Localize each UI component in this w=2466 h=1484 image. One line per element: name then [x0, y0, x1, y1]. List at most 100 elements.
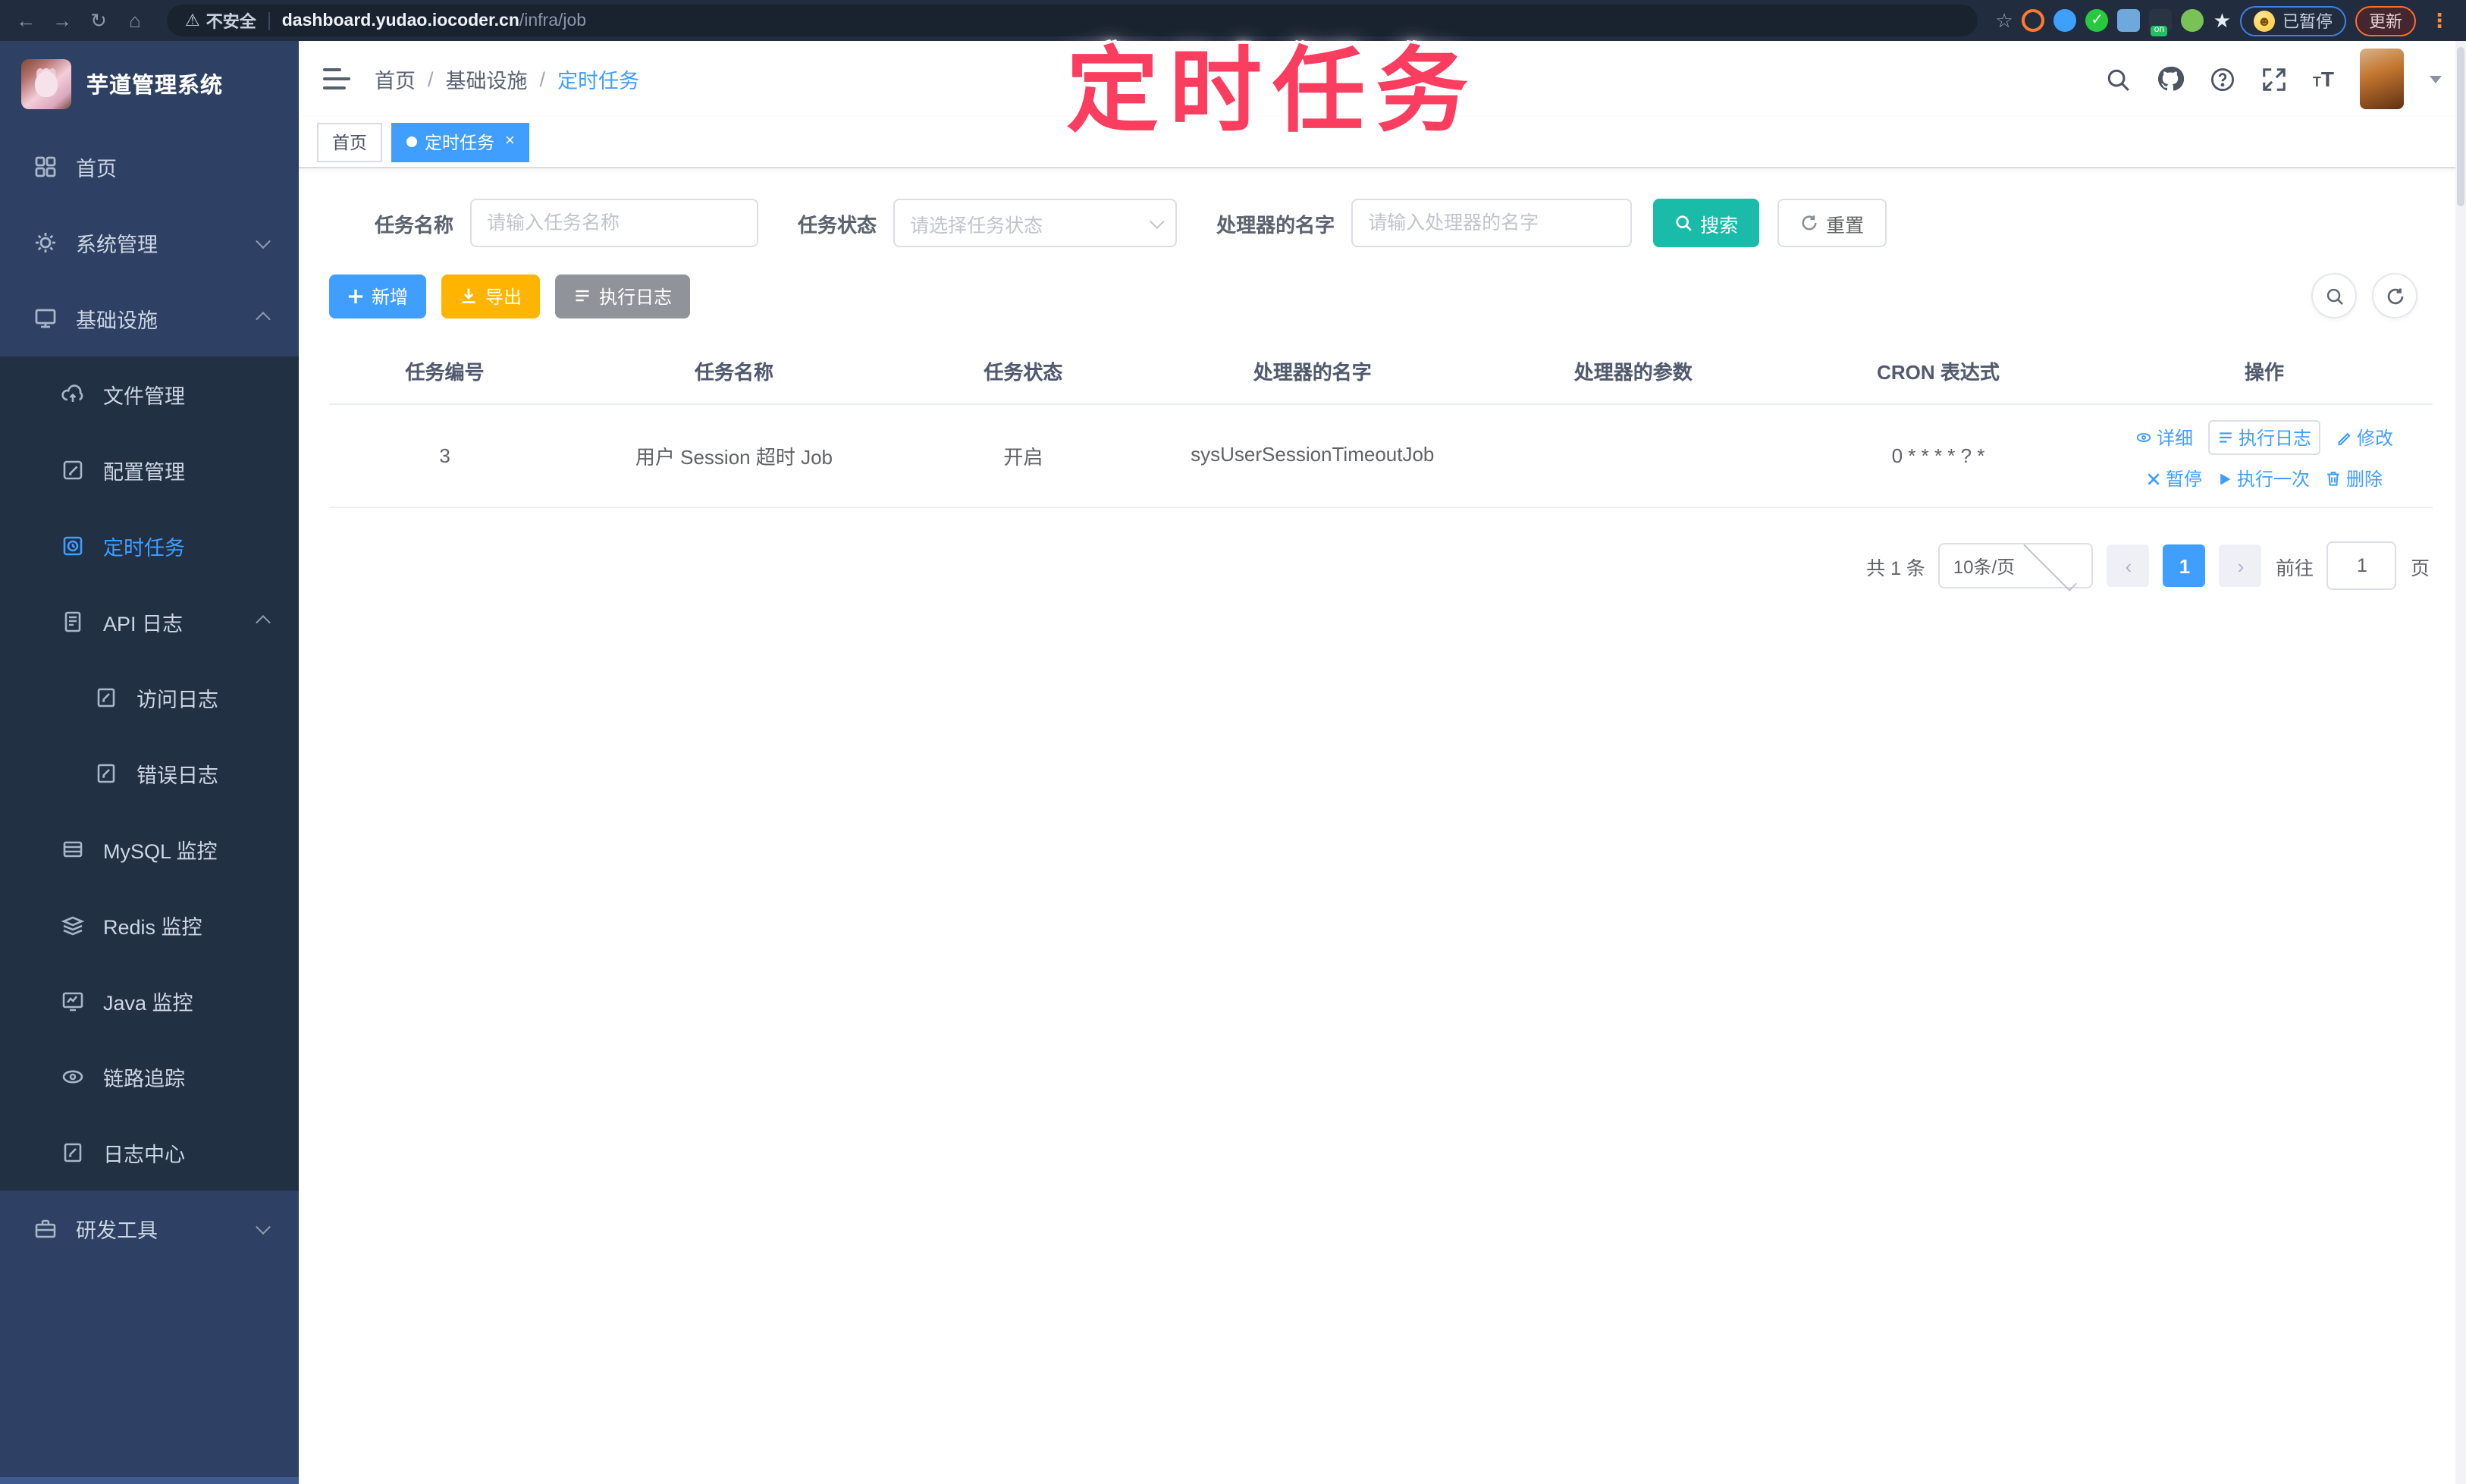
sidebar-item-file-manage[interactable]: 文件管理	[0, 356, 299, 432]
browser-update-button[interactable]: 更新	[2355, 5, 2416, 36]
app-logo-row[interactable]: 芋道管理系统	[0, 41, 299, 126]
warning-icon: ⚠	[185, 12, 200, 30]
job-name-input[interactable]	[470, 199, 759, 247]
paused-badge[interactable]: ☻ 已暂停	[2240, 5, 2346, 36]
security-label[interactable]: 不安全	[206, 8, 256, 33]
sidebar-item-scheduled-jobs[interactable]: 定时任务	[0, 508, 299, 584]
col-job-name: 任务名称	[560, 338, 908, 405]
extension-icon[interactable]	[2117, 9, 2141, 32]
avatar-caret-icon[interactable]	[2430, 75, 2442, 89]
extension-icon[interactable]: on	[2149, 9, 2173, 36]
tab-scheduled-jobs[interactable]: 定时任务 ×	[391, 122, 530, 162]
sidebar-item-config-manage[interactable]: 配置管理	[0, 432, 299, 508]
browser-reload-icon[interactable]: ↻	[85, 0, 112, 41]
page-1-button[interactable]: 1	[2163, 544, 2206, 587]
sidebar-item-error-log[interactable]: 错误日志	[0, 736, 299, 811]
browser-forward-icon[interactable]: →	[49, 0, 76, 41]
page-size-select[interactable]: 10条/页	[1938, 537, 2094, 591]
table-header-row: 任务编号 任务名称 任务状态 处理器的名字 处理器的参数 CRON 表达式 操作	[329, 338, 2433, 405]
refresh-button[interactable]	[2372, 273, 2417, 318]
browser-chrome: ← → ↻ ⌂ ⚠ 不安全 dashboard.yudao.iocoder.cn…	[0, 0, 2466, 41]
goto-label: 前往	[2275, 557, 2314, 579]
sidebar: 芋道管理系统 首页 系统管理 基础设施 文件管理 配置管理 定时任务 API 日…	[0, 41, 299, 1484]
layers-icon	[61, 916, 85, 936]
github-icon[interactable]	[2157, 65, 2184, 93]
pause-link[interactable]: 暂停	[2146, 466, 2202, 491]
scrollbar[interactable]	[2455, 41, 2466, 1484]
sidebar-item-api-log[interactable]: API 日志	[0, 584, 299, 660]
sidebar-menu: 首页 系统管理 基础设施 文件管理 配置管理 定时任务 API 日志 访问日志 …	[0, 126, 299, 1266]
goto-page-input[interactable]	[2326, 541, 2397, 590]
breadcrumb-home[interactable]: 首页	[375, 64, 416, 94]
job-status-select[interactable]: 请选择任务状态	[893, 199, 1178, 247]
cell-job-name: 用户 Session 超时 Job	[560, 404, 908, 508]
fullscreen-icon[interactable]	[2261, 66, 2287, 92]
sidebar-item-mysql-monitor[interactable]: MySQL 监控	[0, 811, 299, 887]
extension-icon[interactable]	[2181, 9, 2204, 32]
document-edit-icon	[97, 688, 115, 707]
run-once-link[interactable]: 执行一次	[2217, 466, 2310, 491]
exec-log-link[interactable]: 执行日志	[2208, 420, 2321, 455]
address-bar[interactable]: ⚠ 不安全 dashboard.yudao.iocoder.cn /infra/…	[167, 5, 1978, 36]
reset-button[interactable]: 重置	[1777, 199, 1887, 247]
sidebar-item-dev-tools[interactable]: 研发工具	[0, 1191, 299, 1266]
home-icon	[35, 156, 56, 177]
sidebar-item-trace[interactable]: 链路追踪	[0, 1039, 299, 1115]
user-avatar[interactable]	[2360, 49, 2404, 109]
next-page-button[interactable]: ›	[2219, 544, 2262, 587]
cell-job-status: 开启	[907, 404, 1139, 508]
total-count: 共 1 条	[1866, 557, 1925, 579]
breadcrumb-infra[interactable]: 基础设施	[446, 64, 528, 94]
exec-log-button[interactable]: 执行日志	[555, 274, 691, 318]
sidebar-item-java-monitor[interactable]: Java 监控	[0, 963, 299, 1039]
search-button[interactable]: 搜索	[1653, 199, 1760, 247]
add-button[interactable]: 新增	[329, 274, 427, 318]
monitor-icon	[35, 309, 56, 328]
sidebar-item-access-log[interactable]: 访问日志	[0, 660, 299, 736]
cell-cron: 0 * * * * ? *	[1780, 404, 2097, 508]
sidebar-item-infra[interactable]: 基础设施	[0, 281, 299, 356]
edit-link[interactable]: 修改	[2336, 425, 2393, 450]
sidebar-item-system[interactable]: 系统管理	[0, 205, 299, 281]
cloud-upload-icon	[61, 384, 83, 402]
font-size-icon[interactable]: TT	[2313, 67, 2334, 91]
screenshot-stage: 定时任务 ← → ↻ ⌂ ⚠ 不安全 dashboard.yudao.iocod…	[0, 0, 2466, 1484]
chevron-down-icon	[256, 233, 271, 249]
extension-icon[interactable]	[2022, 9, 2045, 32]
sidebar-item-log-center[interactable]: 日志中心	[0, 1115, 299, 1191]
export-button[interactable]: 导出	[441, 274, 541, 318]
tab-home[interactable]: 首页	[317, 122, 382, 162]
help-icon[interactable]	[2210, 66, 2235, 92]
page-content: 任务名称 任务状态 请选择任务状态 处理器的名字	[299, 168, 2466, 1484]
handler-name-input[interactable]	[1351, 199, 1633, 247]
extension-icon[interactable]: ★	[2213, 8, 2231, 33]
bookmark-star-icon[interactable]: ☆	[1995, 8, 2013, 33]
col-job-id: 任务编号	[329, 338, 561, 405]
table-row: 3 用户 Session 超时 Job 开启 sysUserSessionTim…	[329, 404, 2433, 508]
delete-link[interactable]: 删除	[2325, 466, 2383, 491]
edit-icon	[63, 460, 83, 480]
extension-icon[interactable]: ✓	[2085, 9, 2109, 32]
browser-menu-icon[interactable]: ⋮	[2425, 8, 2454, 33]
timer-icon	[63, 536, 83, 556]
show-search-button[interactable]	[2311, 273, 2357, 318]
col-cron: CRON 表达式	[1780, 338, 2097, 405]
extension-icon[interactable]	[2053, 9, 2077, 32]
chevron-down-icon	[1149, 213, 1165, 229]
sidebar-collapse-icon[interactable]	[323, 68, 350, 89]
sidebar-item-home[interactable]: 首页	[0, 129, 299, 205]
close-icon[interactable]: ×	[505, 133, 515, 150]
document-edit-icon	[97, 764, 115, 783]
browser-home-icon[interactable]: ⌂	[121, 0, 149, 41]
browser-back-icon[interactable]: ←	[12, 0, 39, 41]
divider	[268, 11, 270, 30]
sidebar-item-redis-monitor[interactable]: Redis 监控	[0, 887, 299, 963]
goto-suffix: 页	[2410, 557, 2430, 579]
cell-handler-name: sysUserSessionTimeoutJob	[1138, 404, 1486, 508]
chevron-down-icon	[256, 1219, 271, 1235]
list-icon	[576, 290, 589, 302]
detail-link[interactable]: 详细	[2135, 425, 2193, 450]
search-icon[interactable]	[2105, 66, 2131, 92]
prev-page-button[interactable]: ‹	[2107, 544, 2150, 587]
breadcrumb-current: 定时任务	[557, 70, 640, 93]
